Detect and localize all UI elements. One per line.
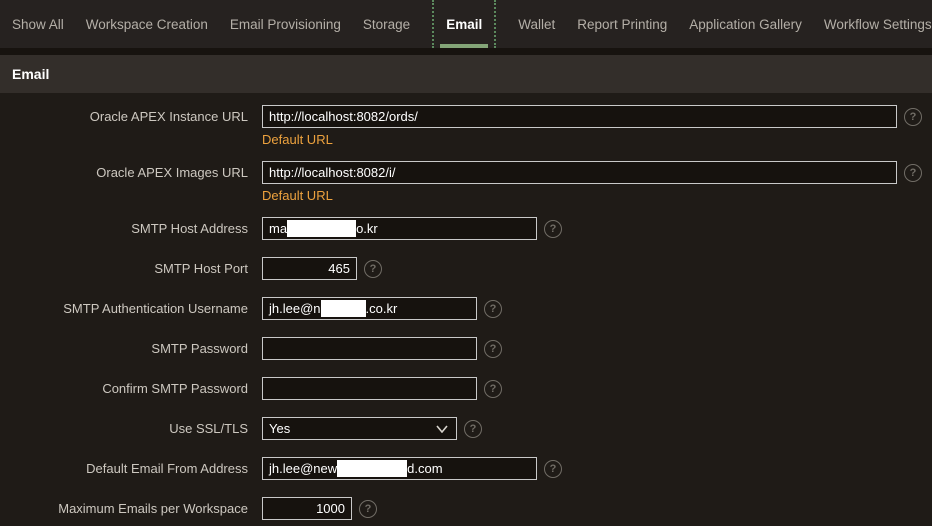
form-row-use-ssl: Use SSL/TLS Yes ?: [0, 417, 932, 440]
form-row-instance-url: Oracle APEX Instance URL Default URL ?: [0, 105, 932, 147]
instance-url-input[interactable]: [262, 105, 897, 128]
form-row-smtp-host: SMTP Host Address ma o.kr ?: [0, 217, 932, 240]
tab-workflow-settings[interactable]: Workflow Settings: [824, 0, 932, 48]
form-row-smtp-username: SMTP Authentication Username jh.lee@n .co…: [0, 297, 932, 320]
use-ssl-select[interactable]: Yes: [262, 417, 457, 440]
images-url-input[interactable]: [262, 161, 897, 184]
smtp-username-value: .co.kr: [365, 301, 398, 316]
smtp-username-value: jh.lee@n: [269, 301, 321, 316]
help-icon[interactable]: ?: [484, 300, 502, 318]
help-icon[interactable]: ?: [484, 340, 502, 358]
use-ssl-label: Use SSL/TLS: [169, 421, 248, 436]
help-icon[interactable]: ?: [904, 164, 922, 182]
help-icon[interactable]: ?: [359, 500, 377, 518]
divider: [0, 48, 932, 55]
confirm-smtp-password-label: Confirm SMTP Password: [102, 381, 248, 396]
max-emails-label: Maximum Emails per Workspace: [58, 501, 248, 516]
tab-wallet[interactable]: Wallet: [518, 0, 555, 48]
chevron-down-icon: [436, 424, 448, 433]
use-ssl-selected-value: Yes: [269, 421, 291, 436]
smtp-host-input[interactable]: ma o.kr: [262, 217, 537, 240]
form-row-smtp-password: SMTP Password ?: [0, 337, 932, 360]
section-header: Email: [0, 55, 932, 93]
redaction-overlay: [287, 220, 357, 237]
from-address-value: d.com: [407, 461, 443, 476]
help-icon[interactable]: ?: [484, 380, 502, 398]
max-emails-input[interactable]: [262, 497, 352, 520]
smtp-port-input[interactable]: [262, 257, 357, 280]
redaction-overlay: [320, 300, 366, 317]
form-row-images-url: Oracle APEX Images URL Default URL ?: [0, 161, 932, 203]
smtp-host-label: SMTP Host Address: [131, 221, 248, 236]
tab-email[interactable]: Email: [432, 0, 497, 48]
from-address-label: Default Email From Address: [86, 461, 248, 476]
images-url-default-link[interactable]: Default URL: [262, 188, 333, 203]
redaction-overlay: [337, 460, 408, 477]
smtp-host-value: o.kr: [356, 221, 378, 236]
tab-workspace-creation[interactable]: Workspace Creation: [86, 0, 208, 48]
instance-url-default-link[interactable]: Default URL: [262, 132, 333, 147]
email-settings-form: Oracle APEX Instance URL Default URL ? O…: [0, 93, 932, 526]
images-url-label: Oracle APEX Images URL: [96, 165, 248, 180]
instance-url-label: Oracle APEX Instance URL: [89, 109, 248, 124]
settings-tab-bar: Show All Workspace Creation Email Provis…: [0, 0, 932, 48]
from-address-value: jh.lee@new: [269, 461, 338, 476]
tab-report-printing[interactable]: Report Printing: [577, 0, 667, 48]
help-icon[interactable]: ?: [364, 260, 382, 278]
tab-storage[interactable]: Storage: [363, 0, 410, 48]
help-icon[interactable]: ?: [904, 108, 922, 126]
from-address-input[interactable]: jh.lee@new d.com: [262, 457, 537, 480]
smtp-username-input[interactable]: jh.lee@n .co.kr: [262, 297, 477, 320]
smtp-password-label: SMTP Password: [151, 341, 248, 356]
form-row-confirm-smtp-password: Confirm SMTP Password ?: [0, 377, 932, 400]
confirm-smtp-password-input[interactable]: [262, 377, 477, 400]
smtp-username-label: SMTP Authentication Username: [63, 301, 248, 316]
form-row-smtp-port: SMTP Host Port ?: [0, 257, 932, 280]
help-icon[interactable]: ?: [544, 220, 562, 238]
form-row-max-emails: Maximum Emails per Workspace ?: [0, 497, 932, 520]
smtp-port-label: SMTP Host Port: [154, 261, 248, 276]
help-icon[interactable]: ?: [544, 460, 562, 478]
tab-application-gallery[interactable]: Application Gallery: [689, 0, 802, 48]
email-settings-page: { "tab_bar": { "active_tab": "Email", "t…: [0, 0, 932, 526]
help-icon[interactable]: ?: [464, 420, 482, 438]
smtp-host-value: ma: [269, 221, 288, 236]
smtp-password-input[interactable]: [262, 337, 477, 360]
tab-email-provisioning[interactable]: Email Provisioning: [230, 0, 341, 48]
form-row-from-address: Default Email From Address jh.lee@new d.c…: [0, 457, 932, 480]
tab-show-all[interactable]: Show All: [12, 0, 64, 48]
page-title: Email: [12, 66, 50, 82]
